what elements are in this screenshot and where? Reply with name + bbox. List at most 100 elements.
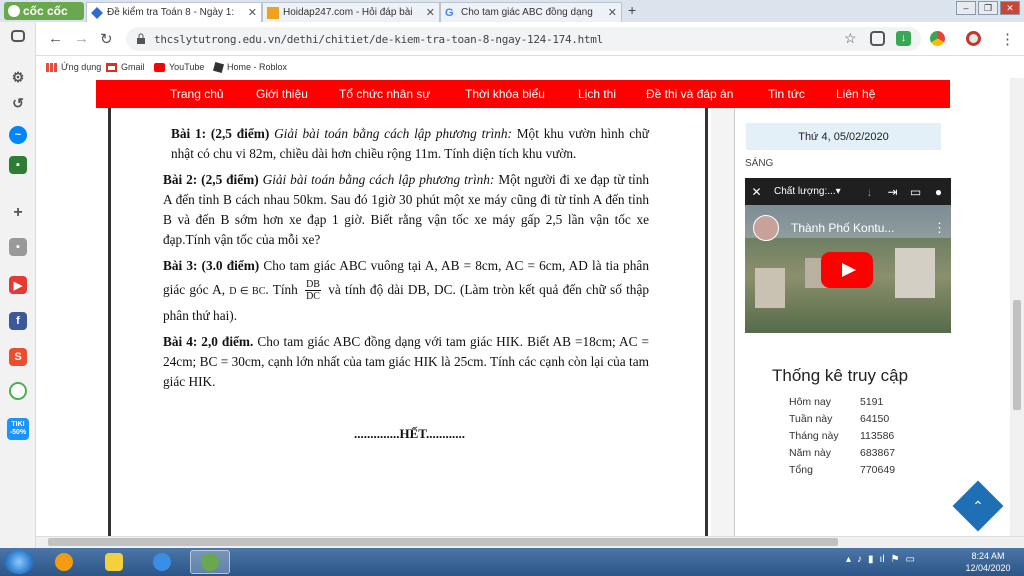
tiki-label: TIKI -50% (9, 421, 27, 436)
add-panel-icon[interactable]: + (9, 204, 27, 222)
taskbar-clock[interactable]: 8:24 AM 12/04/2020 (958, 550, 1018, 574)
bookmark-roblox[interactable]: Home - Roblox (212, 61, 287, 73)
stat-value-week: 64150 (860, 413, 890, 425)
new-tab-button[interactable]: + (628, 2, 636, 18)
video-popout-icon[interactable]: ⇥ (881, 185, 904, 199)
menu-more-icon[interactable]: ⋮ (1000, 30, 1015, 48)
maximize-button[interactable]: ❐ (978, 1, 998, 15)
tab-google[interactable]: G Cho tam giác ABC đồng dạng ✕ (440, 2, 622, 22)
tiki-icon[interactable]: TIKI -50% (7, 418, 29, 440)
tab-close-icon[interactable]: ✕ (608, 6, 617, 19)
taskbar-explorer[interactable] (94, 550, 134, 574)
browser-tab-bar: cốc cốc Đề kiểm tra Toán 8 - Ngày 1: ✕ H… (0, 0, 1024, 22)
network-icon[interactable]: ▮ (868, 554, 874, 565)
close-window-button[interactable]: ✕ (1000, 1, 1020, 15)
exam-document: Bài 1: (2,5 điểm) Giải bài toán bằng các… (108, 108, 708, 536)
nav-lien-he[interactable]: Liên hệ (836, 87, 875, 101)
taskbar-media-player[interactable] (44, 550, 84, 574)
gamepad-icon[interactable]: ▪ (9, 156, 27, 174)
hoidap-favicon-icon (267, 6, 279, 19)
tab-title: Cho tam giác ABC đồng dạng (461, 7, 593, 18)
address-toolbar: ← → ↻ thcslytutrong.edu.vn/dethi/chitiet… (0, 22, 1024, 56)
brand-label: cốc cốc (23, 4, 68, 18)
video-more-icon[interactable]: ⋮ (933, 220, 946, 236)
tab-close-icon[interactable]: ✕ (426, 6, 435, 19)
internet-explorer-icon (153, 553, 171, 571)
page-favicon-icon (91, 6, 103, 19)
video-light-icon[interactable]: ● (927, 185, 950, 199)
clock-time: 8:24 AM (971, 551, 1005, 561)
nav-gioi-thieu[interactable]: Giới thiệu (256, 87, 308, 101)
tray-expand-icon[interactable]: ▴ (846, 554, 851, 565)
tab-title: Đề kiểm tra Toán 8 - Ngày 1: (107, 7, 235, 18)
start-button[interactable] (4, 550, 34, 574)
messenger-icon[interactable]: ~ (9, 126, 27, 144)
q1-instruction: Giải bài toán bằng cách lập phương trình… (274, 126, 512, 141)
youtube-sidebar-icon[interactable]: ▶ (9, 276, 27, 294)
tab-hoidap247[interactable]: Hoidap247.com - Hỏi đáp bài ✕ (262, 2, 440, 22)
tab-close-icon[interactable]: ✕ (248, 6, 257, 19)
horizontal-scroll-thumb[interactable] (48, 538, 838, 546)
nav-de-thi-dap-an[interactable]: Đề thi và đáp án (646, 87, 733, 101)
page-gutter (36, 78, 96, 536)
tab-exam[interactable]: Đề kiểm tra Toán 8 - Ngày 1: ✕ (86, 2, 262, 22)
gmail-icon (106, 62, 117, 72)
browser-sidebar: ⚙ ↺ ~ ▪ + ▪ ▶ f S TIKI -50% (0, 22, 36, 548)
building (895, 248, 935, 298)
nav-thoi-khoa-bieu[interactable]: Thời khóa biểu (465, 87, 545, 101)
shopee-icon[interactable]: S (9, 348, 27, 366)
question-3: Bài 3: (3.0 điểm) Cho tam giác ABC vuông… (163, 254, 649, 328)
taskbar-ie[interactable] (142, 550, 182, 574)
coccoc-menu-button[interactable]: cốc cốc (4, 2, 84, 20)
chrome-extension-icon[interactable] (930, 31, 945, 46)
play-button-icon[interactable] (821, 252, 873, 288)
coccoc-logo-icon (8, 5, 20, 17)
stat-label-total: Tổng (789, 464, 813, 476)
settings-gear-icon[interactable]: ⚙ (9, 68, 27, 86)
back-icon[interactable]: ← (48, 30, 63, 47)
quality-label: Chất lượng:... (774, 186, 836, 197)
fraction-numerator: DB (305, 279, 321, 292)
address-input[interactable]: thcslytutrong.edu.vn/dethi/chitiet/de-ki… (126, 27, 921, 51)
volume-icon[interactable]: ♪ (857, 554, 862, 565)
facebook-icon[interactable]: f (9, 312, 27, 330)
stat-label-month: Tháng này (789, 430, 839, 442)
question-4: Bài 4: 2,0 điểm. Cho tam giác ABC đồng d… (163, 332, 649, 392)
video-close-icon[interactable]: ✕ (745, 185, 768, 199)
shield-icon[interactable] (870, 31, 885, 46)
nav-tin-tuc[interactable]: Tin tức (768, 87, 805, 101)
bookmark-youtube[interactable]: YouTube (154, 62, 204, 72)
taskbar-coccoc[interactable] (190, 550, 230, 574)
sidebar-toggle-icon[interactable] (11, 30, 25, 42)
video-toolbar: ✕ Chất lượng:...▾ ↓ ⇥ ▭ ● (745, 178, 951, 205)
bookmark-star-icon[interactable]: ☆ (844, 30, 857, 47)
minimize-button[interactable]: – (956, 1, 976, 15)
vertical-scroll-thumb[interactable] (1013, 300, 1021, 410)
video-pip-icon[interactable]: ▭ (904, 185, 927, 199)
app-square-icon[interactable]: ▪ (9, 238, 27, 256)
stat-value-month: 113586 (860, 430, 895, 442)
nav-trang-chu[interactable]: Trang chủ (170, 87, 224, 101)
history-icon[interactable]: ↺ (9, 94, 27, 112)
bookmark-apps[interactable]: Ứng dụng (46, 62, 101, 72)
video-download-icon[interactable]: ↓ (858, 185, 881, 199)
channel-avatar[interactable] (753, 215, 779, 241)
forward-icon[interactable]: → (74, 30, 89, 47)
coccoc-green-icon[interactable] (9, 382, 27, 400)
nav-to-chuc-nhan-su[interactable]: Tổ chức nhân sự (339, 87, 430, 101)
download-icon[interactable]: ↓ (896, 31, 911, 46)
scroll-to-top-button[interactable]: ⌃ (952, 480, 1004, 532)
battery-icon[interactable]: ▭ (906, 554, 915, 565)
profile-extension-icon[interactable] (966, 31, 981, 46)
bookmark-gmail[interactable]: Gmail (106, 62, 145, 72)
quality-select[interactable]: Chất lượng:...▾ (768, 186, 858, 197)
signal-icon[interactable]: ıl (880, 554, 885, 565)
reload-icon[interactable]: ↻ (100, 30, 113, 48)
nav-lich-thi[interactable]: Lịch thi (578, 87, 616, 101)
video-title[interactable]: Thành Phố Kontu... (791, 221, 894, 235)
tab-title: Hoidap247.com - Hỏi đáp bài (283, 7, 413, 18)
video-player[interactable]: ✕ Chất lượng:...▾ ↓ ⇥ ▭ ● Thành Phố Kont… (745, 178, 951, 333)
site-nav-menu: Trang chủ Giới thiệu Tổ chức nhân sự Thờ… (96, 80, 950, 108)
q3-text-2: . Tính (265, 282, 303, 297)
flag-icon[interactable]: ⚑ (891, 554, 900, 565)
